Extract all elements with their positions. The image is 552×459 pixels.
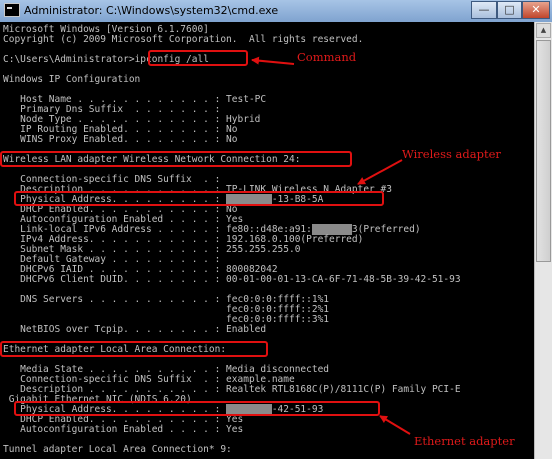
console-line: Copyright (c) 2009 Microsoft Corporation… — [3, 34, 364, 45]
prompt-path: C:\Users\Administrator> — [3, 54, 135, 65]
scroll-up-arrow-icon[interactable]: ▲ — [536, 23, 551, 38]
command-annotation: Command — [297, 50, 357, 64]
console-line: Windows IP Configuration — [3, 74, 141, 85]
console-line: Tunnel adapter Local Area Connection* 9: — [3, 444, 232, 455]
minimize-button[interactable]: — — [471, 1, 497, 19]
cmd-window: Administrator: C:\Windows\system32\cmd.e… — [0, 0, 552, 459]
maximize-button[interactable]: □ — [497, 1, 522, 19]
window-title: Administrator: C:\Windows\system32\cmd.e… — [24, 4, 279, 17]
wireless-mac-highlight-box — [14, 191, 384, 206]
console-line: DHCPv6 Client DUID. . . . . . . . : 00-0… — [3, 274, 461, 285]
wireless-header-highlight-box — [0, 151, 352, 167]
console-output[interactable]: Microsoft Windows [Version 6.1.7600] Cop… — [0, 22, 534, 459]
command-highlight-box — [148, 50, 248, 66]
scroll-thumb[interactable] — [536, 40, 551, 262]
ethernet-header-highlight-box — [0, 341, 268, 357]
vertical-scrollbar[interactable]: ▲ — [534, 22, 552, 459]
title-bar[interactable]: Administrator: C:\Windows\system32\cmd.e… — [0, 0, 552, 23]
wireless-adapter-annotation: Wireless adapter — [402, 147, 501, 161]
console-line: NetBIOS over Tcpip. . . . . . . . : Enab… — [3, 324, 267, 335]
close-button[interactable]: ✕ — [522, 1, 550, 19]
console-line: Autoconfiguration Enabled . . . . : Yes — [3, 424, 244, 435]
ethernet-adapter-annotation: Ethernet adapter — [414, 434, 515, 448]
ethernet-mac-highlight-box — [14, 401, 380, 416]
cmd-icon — [4, 3, 20, 17]
console-line: WINS Proxy Enabled. . . . . . . . : No — [3, 134, 238, 145]
